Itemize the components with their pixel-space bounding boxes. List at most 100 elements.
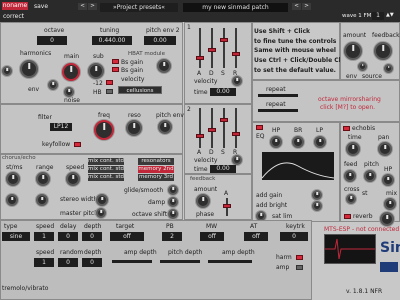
env-knob[interactable]: [48, 80, 58, 90]
fx-hp-knob[interactable]: [382, 174, 394, 186]
noise-knob[interactable]: [64, 87, 74, 97]
env2-velocity-knob[interactable]: [232, 155, 242, 165]
env2-attack-handle[interactable]: [196, 134, 204, 138]
glide-knob[interactable]: [168, 185, 178, 195]
mod-env-knob[interactable]: [358, 62, 367, 71]
mix-cont-std-1[interactable]: mix cont. std: [88, 158, 124, 165]
octave-shift-knob[interactable]: [168, 209, 178, 219]
lfo-target-field[interactable]: off: [110, 232, 144, 241]
env2-release-track[interactable]: [235, 108, 237, 148]
lfo-depth2-field[interactable]: 0: [82, 258, 102, 267]
env2-attack-track[interactable]: [199, 108, 201, 148]
prev-patch-button[interactable]: <: [292, 3, 301, 10]
st-ms-knob[interactable]: [6, 172, 20, 186]
harm-toggle[interactable]: [296, 255, 303, 260]
env1-release-handle[interactable]: [232, 52, 240, 56]
stereo-width-knob[interactable]: [96, 194, 108, 206]
eq-toggle[interactable]: [256, 125, 263, 130]
a-slider-handle[interactable]: [223, 204, 231, 208]
chorus-knob-4[interactable]: [6, 194, 18, 206]
tuning-field[interactable]: 0.440.00: [92, 36, 132, 45]
add-gain-knob[interactable]: [312, 190, 322, 200]
memory-2nd-button[interactable]: memory 2nd: [138, 166, 174, 173]
fx-mix-knob[interactable]: [384, 198, 396, 210]
add-bright-knob[interactable]: [312, 201, 322, 211]
master-pitch-knob[interactable]: [96, 208, 106, 218]
chorus-knob-5[interactable]: [36, 194, 48, 206]
hm3-toggle[interactable]: [106, 89, 113, 94]
bs-gain2-toggle[interactable]: [112, 67, 119, 72]
main-knob[interactable]: [62, 63, 80, 81]
env2-release-handle[interactable]: [232, 132, 240, 136]
mix-cont-std-3[interactable]: mix cont. std: [88, 174, 124, 181]
bs-gain-toggle[interactable]: [112, 59, 119, 64]
pitch-env-field[interactable]: 0.00: [144, 36, 176, 45]
lfo-random-field[interactable]: 0: [58, 258, 78, 267]
fx-time-knob[interactable]: [346, 142, 360, 156]
mw-field[interactable]: off: [200, 232, 224, 241]
range-knob[interactable]: [36, 172, 50, 186]
keyfollow-toggle[interactable]: [74, 142, 81, 147]
pitch-depth-bar[interactable]: [160, 260, 200, 263]
eq-br-knob[interactable]: [292, 136, 304, 148]
bs-gain-knob[interactable]: [157, 59, 171, 73]
osc-selector[interactable]: cellusions: [118, 86, 162, 94]
freq-knob[interactable]: [94, 120, 114, 140]
fx-cross-knob[interactable]: [346, 194, 356, 204]
project-presets-dropdown[interactable]: »Project presets«: [100, 3, 178, 12]
mod-amount-knob[interactable]: [344, 42, 362, 60]
hm2-toggle[interactable]: [106, 80, 113, 85]
env1-sustain-handle[interactable]: [220, 38, 228, 42]
prev-preset-button[interactable]: <: [78, 3, 87, 10]
reverb-toggle[interactable]: [344, 214, 351, 219]
env1-time-field[interactable]: 0.00: [210, 88, 236, 96]
env1-decay-handle[interactable]: [208, 48, 216, 52]
mod-feedback-knob[interactable]: [374, 42, 392, 60]
env2-sustain-handle[interactable]: [220, 118, 228, 122]
pb-field[interactable]: 2: [162, 232, 182, 241]
env2-decay-handle[interactable]: [208, 128, 216, 132]
mix-cont-std-2[interactable]: mix cont. std: [88, 166, 124, 173]
mod-source-knob[interactable]: [384, 64, 393, 73]
volume-knob[interactable]: [380, 212, 394, 226]
lfo-depth-field[interactable]: 0: [82, 232, 102, 241]
env1-attack-handle[interactable]: [196, 56, 204, 60]
fx-pan-knob[interactable]: [378, 142, 392, 156]
eq-hp-knob[interactable]: [270, 136, 282, 148]
octave-field[interactable]: 0: [37, 36, 67, 45]
repeat2-bar[interactable]: [258, 109, 298, 112]
wave-value[interactable]: 1: [372, 12, 384, 20]
lfo-speed-field[interactable]: 1: [34, 232, 54, 241]
next-patch-button[interactable]: >: [302, 3, 311, 10]
env1-release-track[interactable]: [235, 28, 237, 68]
amp-depth-bar[interactable]: [112, 260, 152, 263]
fx-feed-knob[interactable]: [344, 170, 356, 182]
keytrk-field[interactable]: 0: [280, 232, 308, 241]
eq-lp-knob[interactable]: [314, 136, 326, 148]
harmonics-knob[interactable]: [20, 60, 38, 78]
env2-sustain-track[interactable]: [223, 108, 225, 148]
amount-knob[interactable]: [196, 194, 210, 208]
wave-spinner[interactable]: ▲▼: [386, 12, 394, 19]
amp-depth2-bar[interactable]: [208, 260, 252, 263]
env1-sustain-track[interactable]: [223, 28, 225, 68]
lfo-delay-field[interactable]: 0: [58, 232, 78, 241]
next-preset-button[interactable]: >: [88, 3, 97, 10]
reso-knob[interactable]: [126, 120, 142, 136]
damp-knob[interactable]: [168, 197, 178, 207]
memory-3rd-button[interactable]: memory 3rd: [138, 174, 174, 181]
env2-time-field[interactable]: 0.00: [210, 165, 236, 173]
speed-knob[interactable]: [66, 172, 80, 186]
repeat-bar[interactable]: [258, 94, 298, 97]
lfo-speed2-field[interactable]: 1: [34, 258, 54, 267]
fx-pitch-knob[interactable]: [364, 170, 376, 182]
preset-name-label[interactable]: noname: [2, 2, 28, 10]
echobis-toggle[interactable]: [343, 126, 350, 131]
env1-velocity-knob[interactable]: [232, 76, 242, 86]
filter-pitch-env-knob[interactable]: [158, 120, 172, 134]
filter-type-field[interactable]: LP12: [50, 123, 72, 131]
harmonics-mod-knob[interactable]: [2, 66, 12, 76]
amp-toggle[interactable]: [296, 265, 303, 270]
patch-name-field[interactable]: my new sinmad patch: [183, 3, 288, 12]
resonators-button[interactable]: resonators: [138, 158, 174, 165]
